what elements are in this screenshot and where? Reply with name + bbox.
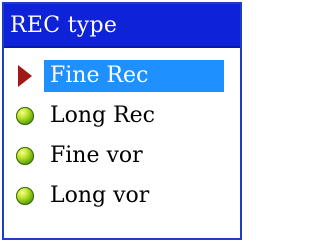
- dialog-title: REC type: [10, 13, 118, 38]
- menu-item-fine-rec[interactable]: Fine Rec: [4, 56, 240, 96]
- green-bullet-icon: [16, 187, 34, 205]
- menu-item-fine-vor[interactable]: Fine vor: [4, 136, 240, 176]
- green-bullet-icon: [16, 107, 34, 125]
- green-bullet-icon: [16, 147, 34, 165]
- menu-item-long-vor[interactable]: Long vor: [4, 176, 240, 216]
- selection-arrow-icon: [18, 65, 32, 87]
- menu-item-label: Fine vor: [50, 143, 143, 168]
- menu-item-long-rec[interactable]: Long Rec: [4, 96, 240, 136]
- menu-item-label: Fine Rec: [44, 60, 224, 92]
- menu-item-label: Long vor: [50, 183, 150, 208]
- menu-item-label: Long Rec: [50, 103, 156, 128]
- rec-type-dialog: REC type Fine Rec Long Rec Fine vor Long…: [2, 2, 242, 240]
- title-bar: REC type: [4, 4, 240, 48]
